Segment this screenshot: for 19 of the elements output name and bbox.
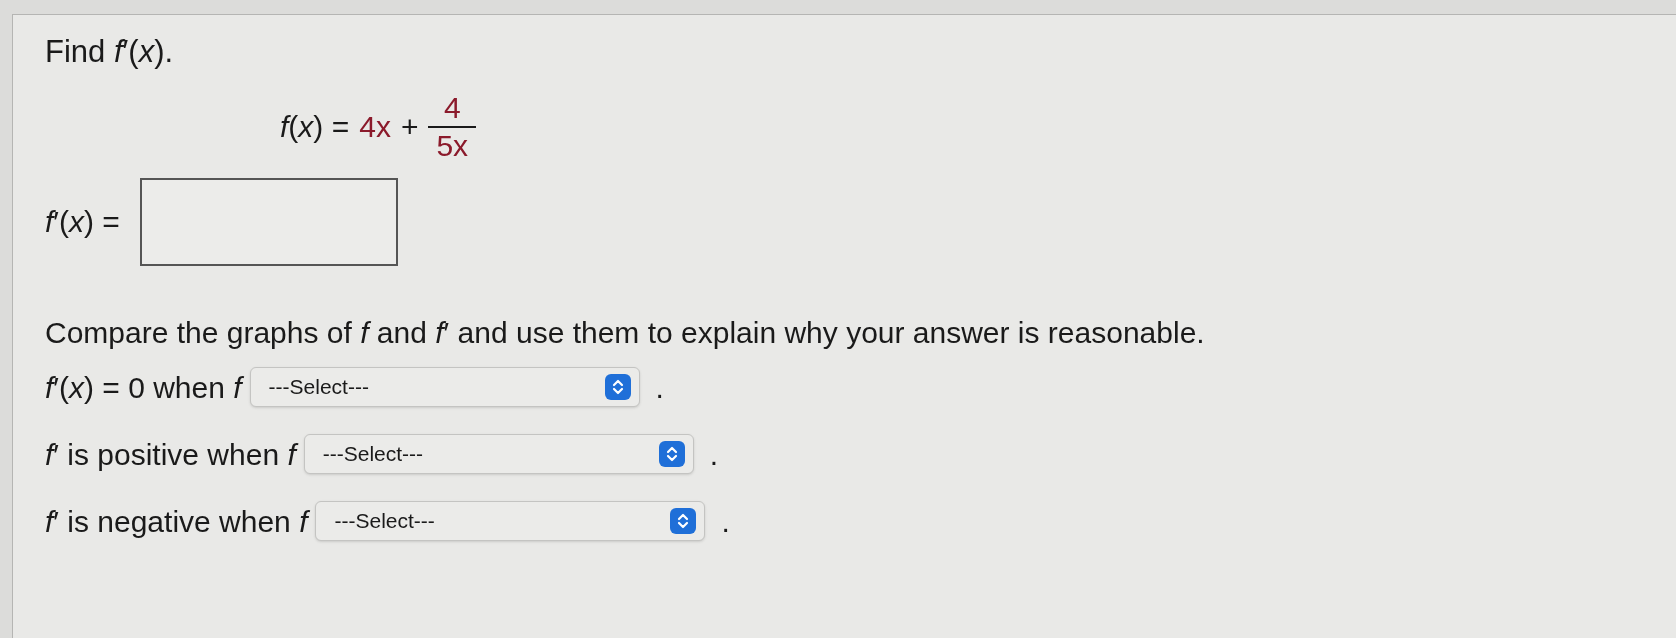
statement-text: f′(x) = 0 when f <box>45 369 242 406</box>
select-dropdown[interactable]: ---Select--- <box>249 367 640 407</box>
period: . <box>709 436 719 473</box>
plus-sign: + <box>400 109 419 145</box>
up-down-chevron-icon <box>604 374 631 400</box>
select-dropdown[interactable]: ---Select--- <box>303 434 694 474</box>
linear-term: 4x <box>359 109 391 145</box>
answer-label: f′(x) = <box>45 204 120 240</box>
up-down-chevron-icon <box>658 441 685 467</box>
answer-field[interactable] <box>139 177 398 266</box>
statement-text: f′ is negative when f <box>45 503 308 540</box>
up-down-chevron-icon <box>670 508 697 534</box>
fraction: 4 5x <box>428 89 477 164</box>
select-dropdown[interactable]: ---Select--- <box>315 501 706 541</box>
question-prompt: Find f′(x). <box>45 33 174 71</box>
period: . <box>655 369 664 406</box>
instruction-text: Compare the graphs of f and f′ and use them to explain why your answer is reasonable. <box>45 314 1205 351</box>
function-definition: f(x) = <box>280 109 350 145</box>
period: . <box>721 503 730 540</box>
